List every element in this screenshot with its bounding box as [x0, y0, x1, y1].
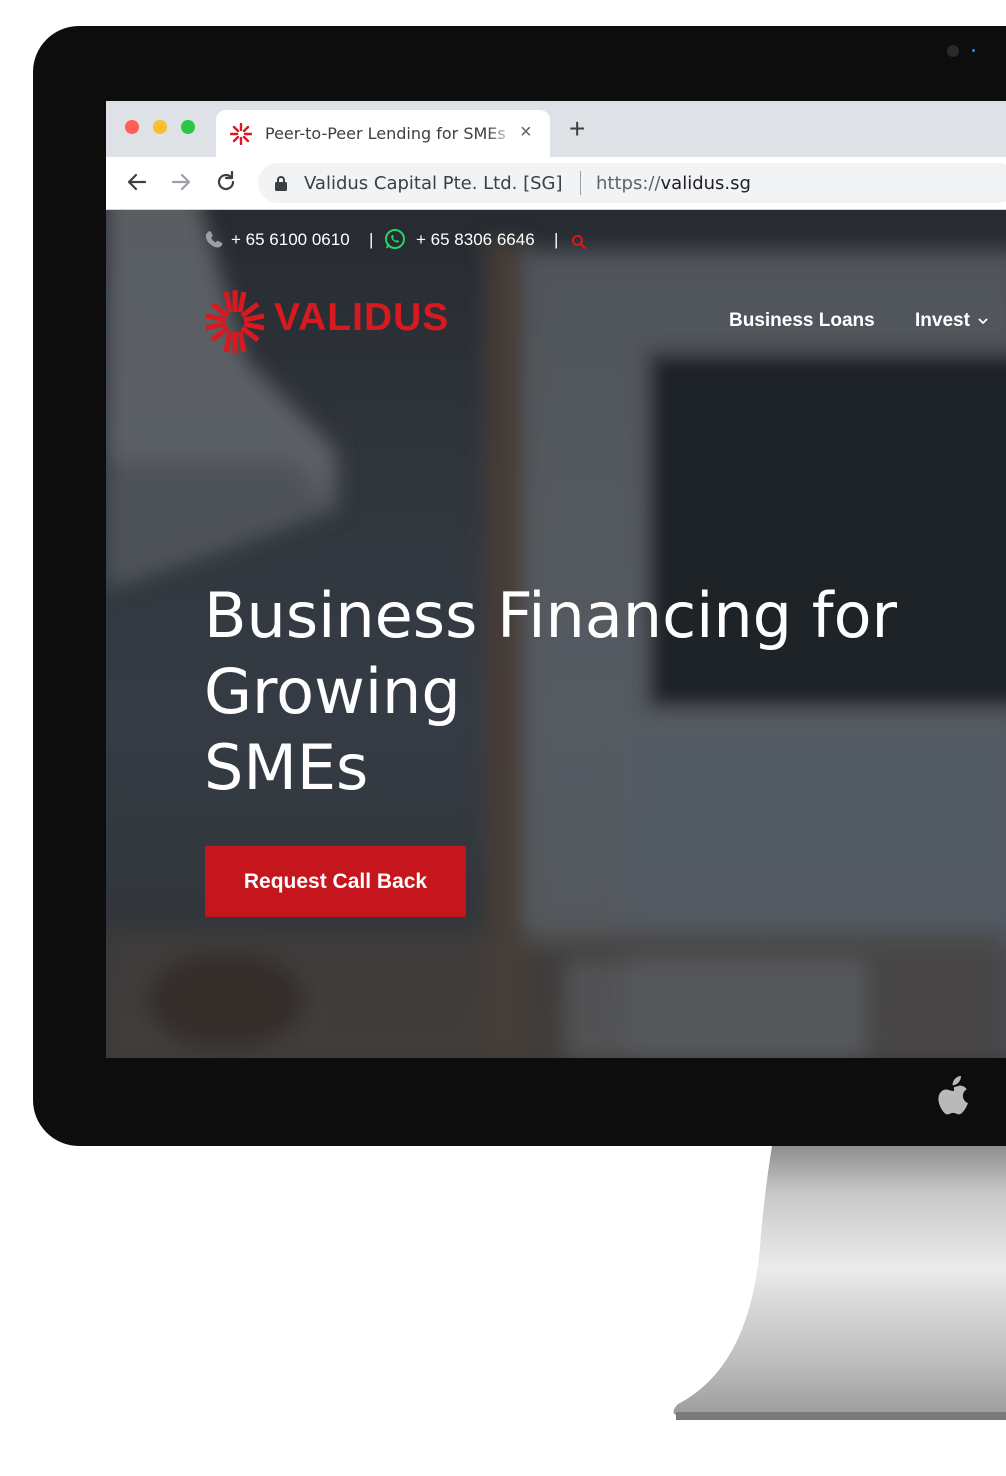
maximize-window-button[interactable]: [181, 120, 195, 134]
address-bar[interactable]: Validus Capital Pte. Ltd. [SG] https://v…: [258, 163, 1006, 203]
url-text: https://validus.sg: [596, 173, 751, 194]
minimize-window-button[interactable]: [153, 120, 167, 134]
nav-business-loans[interactable]: Business Loans: [729, 310, 875, 332]
back-arrow-icon[interactable]: [124, 169, 150, 195]
webcam-led: [972, 49, 975, 52]
logo-wordmark: VALIDUS: [274, 296, 450, 339]
nav-invest-label: Invest: [915, 310, 970, 331]
address-divider: [580, 171, 581, 195]
hero-section: + 65 6100 0610 | + 65 8306 6646 | VALIDU…: [106, 210, 1006, 1058]
whatsapp-number[interactable]: + 65 8306 6646: [416, 230, 535, 250]
browser-window: Peer-to-Peer Lending for SMEs × + Validu…: [106, 101, 1006, 1058]
url-scheme: https://: [596, 173, 661, 194]
reload-icon[interactable]: [213, 169, 239, 195]
site-identity: Validus Capital Pte. Ltd. [SG]: [304, 173, 563, 194]
validus-favicon-icon: [230, 123, 252, 145]
chevron-down-icon: [978, 318, 988, 325]
validus-logo[interactable]: VALIDUS: [204, 288, 474, 356]
nav-invest[interactable]: Invest: [915, 310, 989, 332]
hero-headline: Business Financing for Growing SMEs: [204, 579, 897, 804]
new-tab-button[interactable]: +: [569, 115, 585, 143]
phone-icon: [205, 231, 223, 248]
request-call-back-button[interactable]: Request Call Back: [205, 846, 466, 917]
tab-title: Peer-to-Peer Lending for SMEs: [265, 124, 506, 143]
whatsapp-icon: [385, 229, 405, 249]
url-host: validus.sg: [660, 173, 751, 194]
search-icon[interactable]: [571, 234, 587, 250]
forward-arrow-icon[interactable]: [168, 169, 194, 195]
contact-divider-2: |: [554, 230, 559, 249]
close-window-button[interactable]: [125, 120, 139, 134]
tab-strip: Peer-to-Peer Lending for SMEs × +: [106, 101, 1006, 157]
apple-logo-icon: [938, 1076, 968, 1115]
browser-toolbar: Validus Capital Pte. Ltd. [SG] https://v…: [106, 157, 1006, 210]
browser-tab[interactable]: Peer-to-Peer Lending for SMEs ×: [216, 110, 550, 157]
phone-number[interactable]: + 65 6100 0610: [231, 230, 350, 250]
validus-logo-mark-icon: [205, 290, 265, 354]
webcam: [947, 45, 959, 57]
monitor-stand: [673, 1146, 1006, 1420]
tab-close-icon[interactable]: ×: [520, 122, 532, 142]
lock-icon[interactable]: [274, 175, 288, 191]
contact-divider: |: [369, 230, 374, 249]
